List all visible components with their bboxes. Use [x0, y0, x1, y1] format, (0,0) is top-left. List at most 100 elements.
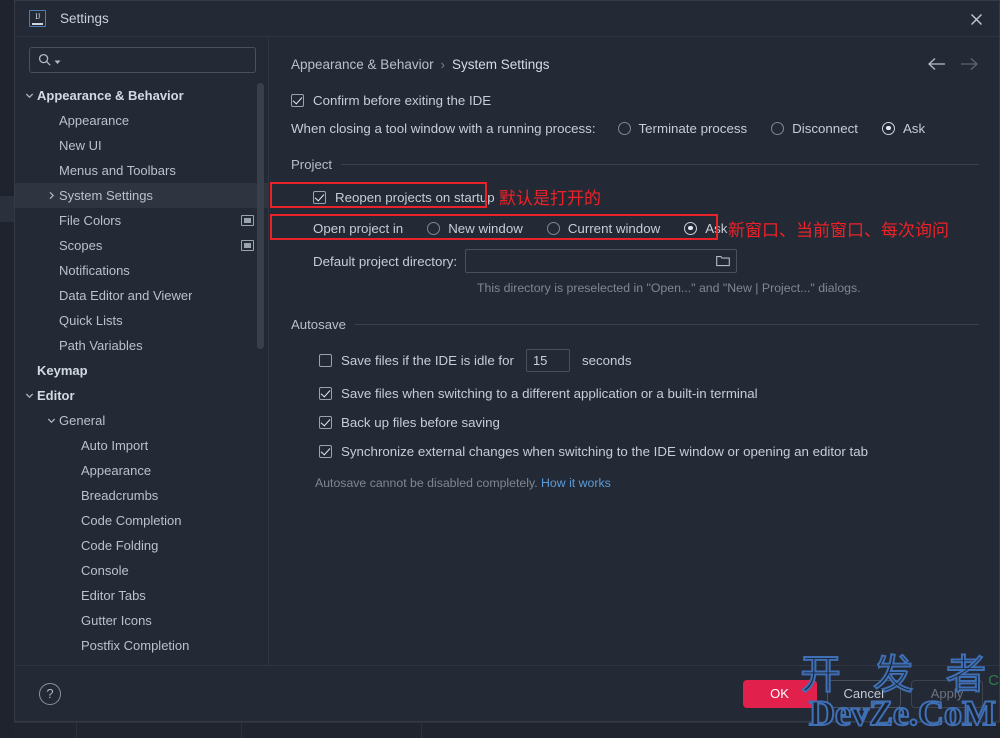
autosave-checkbox[interactable] [319, 386, 332, 400]
footer-buttons: OK Cancel Apply [742, 679, 983, 708]
sidebar-item-auto-import[interactable]: Auto Import [15, 433, 268, 458]
chevron-down-icon [54, 60, 61, 64]
sidebar-item-console[interactable]: Console [15, 558, 268, 583]
sidebar-item-code-completion[interactable]: Code Completion [15, 508, 268, 533]
chevron-down-icon[interactable] [44, 416, 59, 425]
sidebar-item-label: Scopes [59, 238, 103, 253]
ide-toolwindow-tab[interactable] [0, 196, 14, 222]
radio-current-window[interactable] [546, 221, 560, 235]
sidebar-item-code-folding[interactable]: Code Folding [15, 533, 268, 558]
autosave-checkbox-row[interactable]: Back up files before saving [319, 411, 979, 433]
sidebar-item-data-editor-and-viewer[interactable]: Data Editor and Viewer [15, 283, 268, 308]
autosave-idle-checkbox[interactable] [319, 353, 332, 367]
autosave-checkbox[interactable] [319, 444, 332, 458]
sidebar-item-appearance[interactable]: Appearance [15, 108, 268, 133]
project-group-header: Project [291, 157, 979, 172]
open-project-in-radio-2[interactable]: Ask [684, 221, 727, 236]
breadcrumb-parent[interactable]: Appearance & Behavior [291, 57, 434, 72]
annotation-text-reopen: 默认是打开的 [499, 189, 601, 209]
autosave-group-header: Autosave [291, 317, 979, 332]
sidebar-item-general[interactable]: General [15, 408, 268, 433]
search-input[interactable] [63, 53, 255, 67]
sidebar-scrollbar[interactable] [257, 83, 264, 349]
default-project-directory-field[interactable] [473, 253, 717, 269]
settings-tree[interactable]: Appearance & Behavior Appearance New UI Men… [15, 81, 268, 665]
autosave-checkbox[interactable] [319, 415, 332, 429]
sidebar-item-label: Data Editor and Viewer [59, 288, 193, 303]
radio-label-terminate-process: Terminate process [638, 120, 748, 136]
chevron-down-icon[interactable] [22, 391, 37, 400]
close-icon[interactable] [953, 1, 999, 37]
search-icon [38, 53, 51, 66]
autosave-idle-seconds-input[interactable] [525, 348, 570, 372]
reopen-projects-checkbox[interactable] [313, 190, 326, 204]
status-bar-segment [242, 723, 422, 738]
sidebar-item-appearance-behavior[interactable]: Appearance & Behavior [15, 83, 268, 108]
arrow-right-icon[interactable] [959, 57, 979, 71]
closing-tool-window-radio-2[interactable]: Ask [881, 120, 926, 136]
closing-tool-window-radio-1[interactable]: Disconnect [771, 121, 858, 136]
autosave-checkbox-label: Back up files before saving [341, 414, 500, 430]
sidebar-item-system-settings[interactable]: System Settings [15, 183, 268, 208]
sidebar-item-postfix-completion[interactable]: Postfix Completion [15, 633, 268, 658]
closing-tool-window-label: When closing a tool window with a runnin… [291, 120, 596, 136]
search-box[interactable] [29, 47, 256, 73]
sidebar-item-label: File Colors [59, 213, 122, 228]
reopen-projects-row[interactable]: Reopen projects on startup [313, 186, 979, 208]
chevron-down-icon[interactable] [22, 91, 37, 100]
confirm-exit-checkbox[interactable] [291, 93, 304, 107]
radio-label-current-window: Current window [567, 220, 661, 236]
autosave-group: Autosave Save files if the IDE is idle f… [291, 317, 979, 490]
default-project-directory-input[interactable] [465, 249, 738, 273]
ok-button[interactable]: OK [742, 679, 817, 708]
settings-sidebar: Appearance & Behavior Appearance New UI Men… [15, 37, 269, 665]
sidebar-item-editor-tabs[interactable]: Editor Tabs [15, 583, 268, 608]
open-project-in-radio-1[interactable]: Current window [546, 220, 661, 236]
radio-terminate-process[interactable] [617, 121, 631, 135]
dialog-title-bar: IJ Settings [15, 1, 999, 37]
sidebar-item-label: Breadcrumbs [81, 488, 159, 503]
sidebar-item-smart-keys[interactable]: Smart Keys [15, 658, 268, 665]
confirm-exit-row[interactable]: Confirm before exiting the IDE [291, 89, 979, 111]
sidebar-item-appearance[interactable]: Appearance [15, 458, 268, 483]
sidebar-item-label: Keymap [37, 363, 88, 378]
radio-new-window[interactable] [427, 221, 441, 235]
sidebar-item-file-colors[interactable]: File Colors [15, 208, 268, 233]
closing-tool-window-radio-0[interactable]: Terminate process [617, 120, 748, 136]
sidebar-item-new-ui[interactable]: New UI [15, 133, 268, 158]
sidebar-item-label: Appearance [81, 463, 152, 478]
sidebar-item-menus-and-toolbars[interactable]: Menus and Toolbars [15, 158, 268, 183]
cancel-button[interactable]: Cancel [826, 679, 901, 708]
autosave-checkbox-row[interactable]: Save files when switching to a different… [319, 382, 979, 404]
autosave-checkbox-row[interactable]: Synchronize external changes when switch… [319, 440, 979, 462]
radio-disconnect[interactable] [771, 121, 785, 135]
sidebar-item-quick-lists[interactable]: Quick Lists [15, 308, 268, 333]
sidebar-item-label: General [59, 413, 106, 428]
radio-ask[interactable] [881, 121, 895, 135]
sidebar-item-label: Menus and Toolbars [59, 163, 176, 178]
sidebar-item-keymap[interactable]: Keymap [15, 358, 268, 383]
autosave-idle-label-before: Save files if the IDE is idle for [341, 352, 514, 368]
annotation-text-open-project-in: 新窗口、当前窗口、每次询问 [728, 221, 949, 241]
sidebar-item-notifications[interactable]: Notifications [15, 258, 268, 283]
help-button[interactable]: ? [39, 682, 61, 705]
sidebar-item-label: Editor [37, 388, 75, 403]
sidebar-item-label: Auto Import [81, 438, 149, 453]
chevron-right-icon[interactable] [44, 191, 59, 200]
sidebar-item-breadcrumbs[interactable]: Breadcrumbs [15, 483, 268, 508]
autosave-note: Autosave cannot be disabled completely. … [315, 476, 979, 490]
sidebar-item-editor[interactable]: Editor [15, 383, 268, 408]
how-it-works-link[interactable]: How it works [541, 476, 611, 490]
sidebar-item-path-variables[interactable]: Path Variables [15, 333, 268, 358]
radio-label-ask: Ask [902, 120, 926, 136]
ide-left-toolwindow-strip [0, 0, 14, 738]
status-bar-segment [77, 723, 242, 738]
sidebar-item-gutter-icons[interactable]: Gutter Icons [15, 608, 268, 633]
arrow-left-icon[interactable] [927, 57, 947, 71]
apply-button[interactable]: Apply [911, 679, 983, 708]
folder-icon[interactable] [716, 255, 730, 267]
radio-open-ask[interactable] [684, 221, 698, 235]
project-group-title: Project [291, 157, 333, 172]
open-project-in-radio-0[interactable]: New window [427, 221, 523, 236]
sidebar-item-scopes[interactable]: Scopes [15, 233, 268, 258]
